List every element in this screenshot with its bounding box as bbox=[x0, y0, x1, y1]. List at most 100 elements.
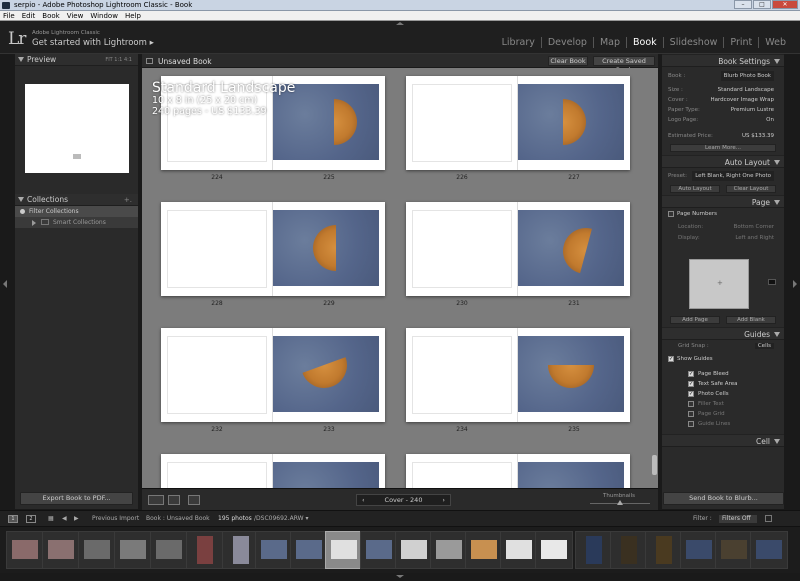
next-page-icon[interactable]: › bbox=[442, 495, 445, 505]
template-menu-icon[interactable] bbox=[768, 279, 776, 285]
forward-arrow-icon[interactable]: ▶ bbox=[74, 515, 79, 522]
filmstrip-thumbnail-selected[interactable] bbox=[325, 531, 363, 569]
minimize-button[interactable]: – bbox=[734, 0, 752, 9]
book-spread[interactable] bbox=[406, 76, 630, 170]
filmstrip-thumbnail[interactable] bbox=[750, 531, 788, 569]
maximize-button[interactable]: □ bbox=[753, 0, 771, 9]
page-bleed-checkbox[interactable]: ✓ bbox=[688, 371, 694, 377]
bottom-panel-toggle-icon[interactable] bbox=[396, 575, 404, 578]
lock-filter-icon[interactable] bbox=[765, 515, 772, 522]
cell-panel-header[interactable]: Cell bbox=[662, 434, 784, 447]
photo-cell[interactable] bbox=[273, 210, 379, 286]
multi-page-view-icon[interactable] bbox=[148, 495, 164, 505]
grid-view-icon[interactable]: ▦ bbox=[48, 515, 54, 522]
blank-page[interactable] bbox=[406, 76, 518, 170]
filmstrip-thumbnail[interactable] bbox=[78, 531, 116, 569]
display-select[interactable]: Left and Right bbox=[735, 235, 774, 241]
book-settings-header[interactable]: Book Settings bbox=[662, 54, 784, 67]
send-to-blurb-button[interactable]: Send Book to Blurb... bbox=[663, 492, 784, 505]
primary-display-button[interactable]: 1 bbox=[8, 515, 18, 523]
filmstrip-thumbnail[interactable] bbox=[430, 531, 468, 569]
right-panel-toggle-icon[interactable] bbox=[793, 280, 797, 288]
preview-panel-header[interactable]: Preview FIT 1:1 4:1 bbox=[15, 54, 138, 66]
spread-view-icon[interactable] bbox=[168, 495, 180, 505]
book-spread[interactable] bbox=[406, 454, 630, 488]
filmstrip-thumbnail[interactable] bbox=[290, 531, 328, 569]
paper-select[interactable]: Premium Lustre bbox=[731, 105, 774, 115]
filler-text-checkbox[interactable] bbox=[688, 401, 694, 407]
menu-help[interactable]: Help bbox=[125, 11, 141, 20]
previous-import-link[interactable]: Previous Import bbox=[92, 515, 139, 522]
module-slideshow[interactable]: Slideshow bbox=[662, 37, 724, 48]
photo-cell[interactable] bbox=[273, 462, 379, 488]
filmstrip-thumbnail[interactable] bbox=[500, 531, 538, 569]
book-spread[interactable] bbox=[161, 454, 385, 488]
book-spread[interactable] bbox=[161, 202, 385, 296]
page-numbers-checkbox[interactable] bbox=[668, 211, 674, 217]
module-develop[interactable]: Develop bbox=[540, 37, 593, 48]
secondary-display-button[interactable]: 2 bbox=[26, 515, 36, 523]
page-panel-header[interactable]: Page bbox=[662, 195, 784, 208]
photo-cell[interactable] bbox=[518, 210, 624, 286]
guides-panel-header[interactable]: Guides bbox=[662, 327, 784, 340]
current-file-name[interactable]: /DSC09692.ARW ▾ bbox=[254, 515, 309, 522]
module-library[interactable]: Library bbox=[496, 37, 541, 48]
menu-file[interactable]: File bbox=[3, 11, 15, 20]
filmstrip-thumbnail[interactable] bbox=[715, 531, 753, 569]
menu-book[interactable]: Book bbox=[42, 11, 59, 20]
book-canvas[interactable]: 224 225 226 227 228 229 230 231 232 233 … bbox=[142, 68, 658, 488]
filmstrip-thumbnail[interactable] bbox=[150, 531, 188, 569]
auto-layout-button[interactable]: Auto Layout bbox=[670, 185, 720, 193]
collections-panel-header[interactable]: Collections +. bbox=[15, 194, 138, 206]
cover-select[interactable]: Hardcover Image Wrap bbox=[711, 95, 775, 105]
preview-zoom-options[interactable]: FIT 1:1 4:1 bbox=[105, 54, 132, 66]
book-spread[interactable] bbox=[161, 328, 385, 422]
filmstrip-thumbnail[interactable] bbox=[360, 531, 398, 569]
filmstrip[interactable] bbox=[0, 527, 800, 573]
module-book[interactable]: Book bbox=[626, 37, 663, 48]
module-web[interactable]: Web bbox=[758, 37, 792, 48]
top-panel-toggle-icon[interactable] bbox=[396, 22, 404, 25]
filmstrip-thumbnail[interactable] bbox=[114, 531, 152, 569]
location-select[interactable]: Bottom Corner bbox=[734, 224, 774, 230]
text-safe-area-checkbox[interactable]: ✓ bbox=[688, 381, 694, 387]
module-map[interactable]: Map bbox=[592, 37, 626, 48]
book-type-select[interactable]: Blurb Photo Book bbox=[720, 71, 774, 81]
menu-window[interactable]: Window bbox=[90, 11, 118, 20]
photo-cell[interactable] bbox=[518, 336, 624, 412]
filmstrip-thumbnail[interactable] bbox=[186, 531, 224, 569]
add-page-button[interactable]: Add Page bbox=[670, 316, 720, 324]
previous-page-icon[interactable]: ‹ bbox=[362, 495, 365, 505]
expand-icon[interactable] bbox=[32, 220, 36, 226]
photo-cell[interactable] bbox=[273, 336, 379, 412]
page-template-preview[interactable]: + bbox=[689, 259, 749, 309]
menu-edit[interactable]: Edit bbox=[22, 11, 36, 20]
blank-page[interactable] bbox=[161, 454, 273, 488]
filmstrip-thumbnail[interactable] bbox=[575, 531, 613, 569]
guide-lines-checkbox[interactable] bbox=[688, 421, 694, 427]
canvas-scrollbar[interactable] bbox=[652, 455, 657, 475]
blank-page[interactable] bbox=[161, 202, 273, 296]
filter-collections[interactable]: Filter Collections bbox=[15, 206, 138, 217]
blank-page[interactable] bbox=[406, 454, 518, 488]
filmstrip-thumbnail[interactable] bbox=[255, 531, 293, 569]
close-button[interactable]: ✕ bbox=[772, 0, 798, 9]
photo-cells-checkbox[interactable]: ✓ bbox=[688, 391, 694, 397]
filter-select[interactable]: Filters Off bbox=[718, 514, 758, 524]
grid-snap-select[interactable]: Cells bbox=[754, 343, 774, 349]
menu-view[interactable]: View bbox=[67, 11, 84, 20]
blank-page[interactable] bbox=[161, 328, 273, 422]
blank-page[interactable] bbox=[406, 328, 518, 422]
filmstrip-thumbnail[interactable] bbox=[42, 531, 80, 569]
single-page-view-icon[interactable] bbox=[188, 495, 200, 505]
auto-layout-header[interactable]: Auto Layout bbox=[662, 155, 784, 168]
filmstrip-thumbnail[interactable] bbox=[395, 531, 433, 569]
left-panel-toggle-icon[interactable] bbox=[3, 280, 7, 288]
clear-book-button[interactable]: Clear Book bbox=[548, 56, 588, 66]
add-collection-icon[interactable]: +. bbox=[124, 194, 132, 206]
create-saved-book-button[interactable]: Create Saved Book bbox=[593, 56, 655, 74]
show-guides-checkbox[interactable]: ✓ bbox=[668, 356, 674, 362]
clear-layout-button[interactable]: Clear Layout bbox=[726, 185, 776, 193]
smart-collections-item[interactable]: Smart Collections bbox=[15, 217, 138, 228]
learn-more-button[interactable]: Learn More... bbox=[670, 144, 776, 152]
